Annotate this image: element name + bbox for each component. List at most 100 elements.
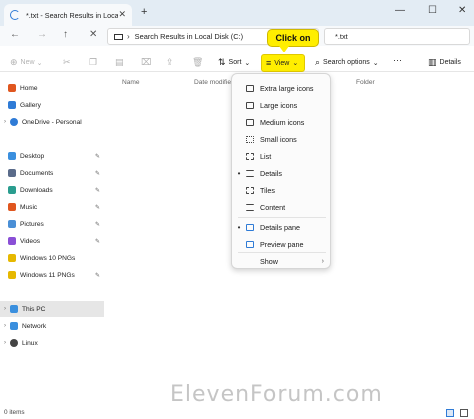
- content-icon: [246, 203, 254, 211]
- sidebar-item-home[interactable]: Home: [0, 80, 104, 96]
- new-label: New: [20, 59, 35, 66]
- large-icons-view-toggle[interactable]: [460, 409, 468, 417]
- menu-item-show[interactable]: Show ›: [232, 253, 332, 269]
- sidebar-item-label: Music: [20, 203, 38, 211]
- view-lines-icon: ≡: [266, 58, 272, 68]
- loading-icon: [10, 10, 20, 20]
- sidebar-item-label: Network: [22, 322, 47, 330]
- list-icon: [246, 152, 254, 160]
- menu-item-preview-pane[interactable]: Preview pane: [232, 236, 332, 252]
- chevron-right-icon: ›: [321, 257, 324, 265]
- up-button[interactable]: ↑: [63, 29, 68, 40]
- menu-item-details[interactable]: • Details: [232, 165, 332, 181]
- new-button[interactable]: ⊕ New ⌄: [10, 57, 42, 68]
- search-options-label: Search options: [323, 59, 370, 66]
- refresh-button[interactable]: ✕: [89, 29, 97, 40]
- menu-item-tiles[interactable]: Tiles: [232, 182, 332, 198]
- sidebar-item-network[interactable]: › Network: [0, 318, 104, 334]
- chevron-right-icon[interactable]: ›: [0, 323, 10, 329]
- sidebar-item-linux[interactable]: › Linux: [0, 335, 104, 351]
- details-pane-button[interactable]: ▥ Details: [428, 57, 461, 68]
- menu-item-extra-large-icons[interactable]: Extra large icons: [232, 80, 332, 96]
- sort-icon: ⇅: [218, 57, 226, 67]
- column-header-folder[interactable]: Folder: [356, 79, 375, 86]
- sidebar-item-videos[interactable]: Videos ✎: [0, 233, 104, 249]
- menu-item-label: Small icons: [260, 134, 297, 144]
- details-view-toggle[interactable]: [446, 409, 454, 417]
- paste-button[interactable]: ▤: [115, 57, 127, 68]
- maximize-button[interactable]: ☐: [428, 5, 437, 16]
- delete-button[interactable]: 🗑: [192, 57, 206, 68]
- sidebar-item-label: Home: [20, 84, 38, 92]
- sort-button[interactable]: ⇅ Sort ⌄: [218, 57, 250, 68]
- sidebar-item-onedrive[interactable]: › OneDrive - Personal: [0, 114, 104, 130]
- menu-item-small-icons[interactable]: Small icons: [232, 131, 332, 147]
- menu-item-content[interactable]: Content: [232, 199, 332, 215]
- pin-icon: ✎: [94, 272, 100, 279]
- search-input[interactable]: *.txt: [324, 28, 470, 45]
- sidebar-item-this-pc[interactable]: › This PC: [0, 301, 104, 317]
- music-icon: [8, 203, 16, 211]
- view-button[interactable]: ≡ View ⌄: [261, 54, 305, 72]
- menu-item-label: Tiles: [260, 185, 275, 195]
- address-path: Search Results in Local Disk (C:): [134, 32, 244, 41]
- cut-button[interactable]: ✂: [63, 57, 74, 68]
- linux-penguin-icon: [10, 339, 18, 347]
- sidebar-item-windows-11-pngs[interactable]: Windows 11 PNGs ✎: [0, 267, 104, 283]
- rename-button[interactable]: ⌧: [141, 57, 154, 68]
- sidebar-item-documents[interactable]: Documents ✎: [0, 165, 104, 181]
- menu-item-label: Preview pane: [260, 239, 304, 249]
- plus-circle-icon: ⊕: [10, 57, 18, 67]
- tab-search-results[interactable]: *.txt - Search Results in Local D ✕: [4, 4, 132, 26]
- pin-icon: ✎: [94, 221, 100, 228]
- selected-bullet: •: [237, 168, 241, 178]
- sidebar-item-windows-10-pngs[interactable]: Windows 10 PNGs: [0, 250, 104, 266]
- command-bar: ⊕ New ⌄ ✂ ❐ ▤ ⌧ ⇪ 🗑 ⇅ Sort ⌄ ≡ View ⌄ ⌕ …: [0, 52, 474, 72]
- chevron-right-icon[interactable]: ›: [0, 306, 10, 312]
- menu-item-large-icons[interactable]: Large icons: [232, 97, 332, 113]
- desktop-icon: [8, 152, 16, 160]
- pin-icon: ✎: [94, 238, 100, 245]
- copy-icon: ❐: [89, 57, 98, 67]
- copy-button[interactable]: ❐: [89, 57, 100, 68]
- network-icon: [10, 322, 18, 330]
- cloud-icon: [10, 118, 18, 126]
- minimize-button[interactable]: —: [395, 5, 405, 16]
- new-tab-button[interactable]: +: [141, 6, 147, 18]
- breadcrumb-separator: ›: [127, 32, 130, 41]
- forward-button[interactable]: →: [37, 29, 47, 40]
- sidebar-item-label: Gallery: [20, 101, 41, 109]
- sidebar-item-pictures[interactable]: Pictures ✎: [0, 216, 104, 232]
- more-options-button[interactable]: ···: [393, 55, 402, 65]
- menu-item-label: Medium icons: [260, 117, 305, 127]
- sidebar-item-music[interactable]: Music ✎: [0, 199, 104, 215]
- small-icons-icon: [246, 135, 254, 143]
- paste-icon: ▤: [115, 57, 124, 67]
- back-button[interactable]: ←: [10, 29, 20, 40]
- click-on-callout: Click on: [267, 29, 319, 47]
- details-label: Details: [439, 59, 461, 66]
- sidebar-item-label: Linux: [22, 339, 38, 347]
- search-value: *.txt: [335, 32, 348, 41]
- tiles-icon: [246, 186, 254, 194]
- tab-close-icon[interactable]: ✕: [118, 9, 126, 20]
- status-bar: 0 items: [0, 408, 474, 419]
- sidebar-item-gallery[interactable]: Gallery: [0, 97, 104, 113]
- sidebar-item-desktop[interactable]: Desktop ✎: [0, 148, 104, 164]
- column-header-name[interactable]: Name: [122, 79, 140, 86]
- sidebar-item-label: Downloads: [20, 186, 53, 194]
- menu-item-label: Large icons: [260, 100, 298, 110]
- share-button[interactable]: ⇪: [166, 57, 177, 68]
- chevron-right-icon[interactable]: ›: [0, 340, 10, 346]
- search-options-button[interactable]: ⌕ Search options ⌄: [315, 57, 379, 68]
- close-window-button[interactable]: ✕: [458, 5, 466, 16]
- menu-item-medium-icons[interactable]: Medium icons: [232, 114, 332, 130]
- column-header-date[interactable]: Date modifie: [194, 79, 231, 86]
- menu-item-list[interactable]: List: [232, 148, 332, 164]
- view-label: View: [274, 59, 290, 67]
- menu-item-details-pane[interactable]: • Details pane: [232, 219, 332, 235]
- rename-icon: ⌧: [141, 57, 152, 67]
- chevron-right-icon[interactable]: ›: [0, 119, 10, 125]
- sidebar-item-downloads[interactable]: Downloads ✎: [0, 182, 104, 198]
- videos-icon: [8, 237, 16, 245]
